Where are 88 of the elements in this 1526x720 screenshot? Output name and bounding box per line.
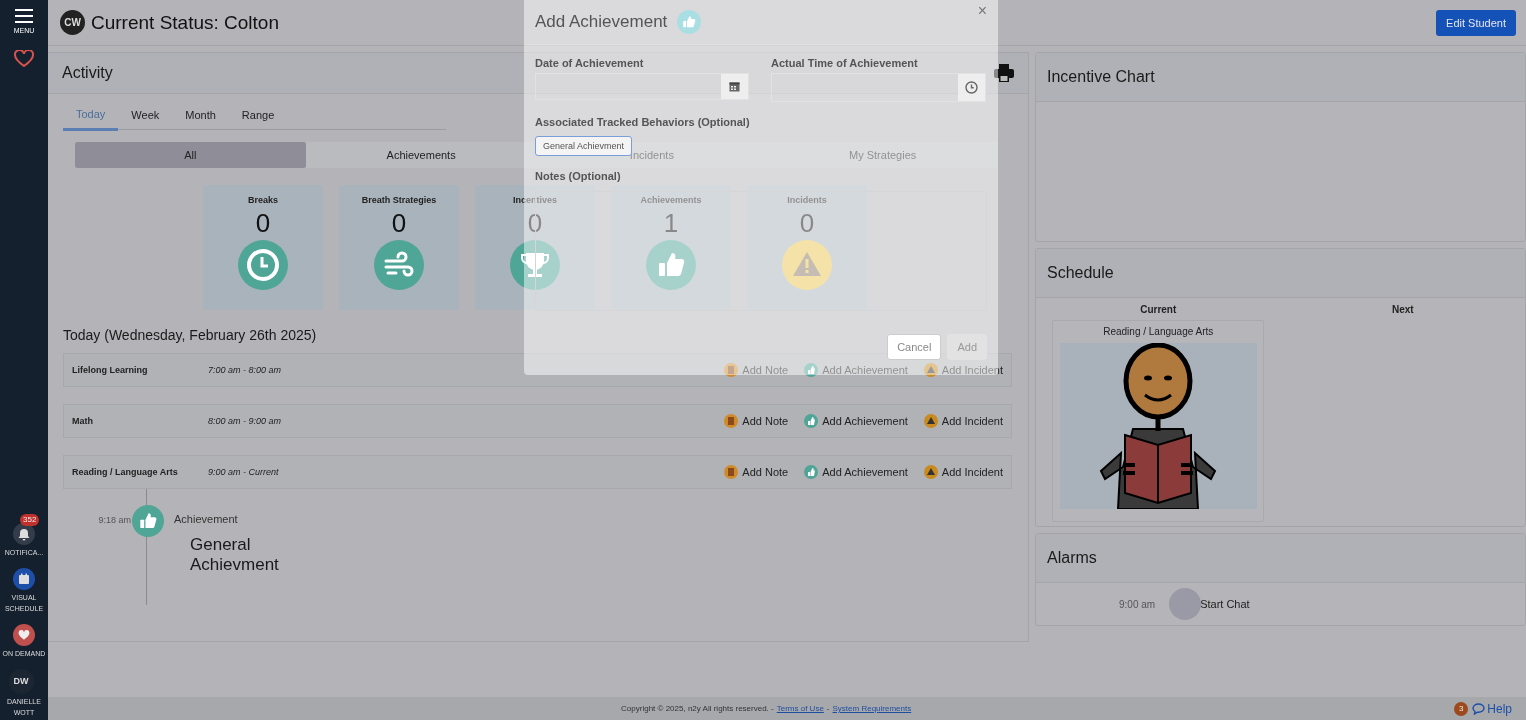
stat-count: 0 bbox=[255, 208, 271, 238]
class-time: 9:00 am - Current bbox=[208, 467, 280, 477]
date-field[interactable] bbox=[535, 73, 749, 100]
entry-time: 9:18 am bbox=[97, 515, 131, 525]
help-count-badge: 3 bbox=[1454, 701, 1469, 716]
student-avatar: CW bbox=[60, 10, 85, 35]
field-label: Associated Tracked Behaviors (Optional) bbox=[535, 116, 751, 128]
clock-icon bbox=[238, 240, 288, 290]
achievement-action-link[interactable]: Add Achievement bbox=[804, 414, 908, 428]
notification-count-badge: 352 bbox=[20, 514, 40, 526]
stat-label: Incidents bbox=[787, 195, 827, 205]
heart-icon bbox=[18, 629, 30, 641]
date-heading: Today (Wednesday, February 26th 2025) bbox=[63, 327, 318, 343]
chat-bubble-icon bbox=[1472, 702, 1486, 715]
alarm-avatar bbox=[1169, 588, 1202, 620]
time-field[interactable] bbox=[771, 73, 986, 102]
note-action-link[interactable]: Add Note bbox=[724, 465, 789, 479]
bell-icon bbox=[18, 527, 30, 541]
class-name: Reading / Language Arts bbox=[72, 467, 179, 477]
incident-icon bbox=[923, 363, 938, 377]
stat-label: Incentives bbox=[513, 195, 557, 205]
achievement-action-link[interactable]: Add Achievement bbox=[804, 465, 908, 479]
stat-card[interactable]: Breath Strategies 0 bbox=[339, 185, 459, 310]
stat-count: 0 bbox=[799, 208, 815, 238]
class-time: 7:00 am - 8:00 am bbox=[208, 365, 283, 375]
thumbs-up-icon bbox=[132, 505, 164, 537]
panel-title: Activity bbox=[62, 64, 114, 82]
period-tab[interactable]: Week bbox=[118, 102, 173, 129]
wind-icon bbox=[374, 240, 424, 290]
incident-icon bbox=[923, 414, 938, 428]
alarm-time: 9:00 am bbox=[1119, 598, 1156, 610]
period-tab[interactable]: Month bbox=[172, 102, 229, 129]
class-time: 8:00 am - 9:00 am bbox=[208, 416, 283, 426]
clock-icon bbox=[965, 81, 978, 94]
achievement-icon bbox=[804, 465, 819, 479]
calendar-icon bbox=[18, 573, 30, 585]
column-label: Next bbox=[1391, 304, 1414, 315]
entry-type: Achievement bbox=[174, 513, 239, 525]
field-label: Actual Time of Achievement bbox=[771, 57, 919, 69]
stat-count: 0 bbox=[391, 208, 407, 238]
dialog-button[interactable]: Cancel bbox=[887, 334, 942, 360]
menu-icon bbox=[15, 9, 33, 23]
column-label: Current bbox=[1140, 304, 1177, 315]
footer-text: Copyright © 2025, n2y All rights reserved. - bbox=[621, 704, 774, 713]
edit-student-button[interactable]: Edit Student bbox=[1436, 9, 1516, 36]
period-tab[interactable]: Range bbox=[228, 102, 288, 129]
footer-link[interactable]: Terms of Use bbox=[776, 704, 824, 713]
stat-label: Achievements bbox=[640, 195, 702, 205]
filter-tab[interactable]: Achievements bbox=[305, 142, 537, 168]
note-icon bbox=[724, 465, 739, 479]
behavior-chip[interactable]: General Achievment bbox=[535, 136, 633, 156]
note-action-link[interactable]: Add Note bbox=[724, 414, 789, 428]
thumbs-up-icon bbox=[677, 10, 702, 34]
field-label: Notes (Optional) bbox=[535, 170, 622, 182]
printer-icon[interactable] bbox=[994, 64, 1014, 82]
stat-count: 0 bbox=[527, 208, 543, 238]
calendar-icon bbox=[729, 81, 740, 92]
thumb-icon bbox=[646, 240, 696, 290]
alarm-label: Start Chat bbox=[1200, 598, 1250, 610]
field-label: Date of Achievement bbox=[535, 57, 645, 69]
panel-title: Incentive Chart bbox=[1047, 68, 1156, 86]
footer-text: - bbox=[826, 704, 830, 713]
stat-label: Breath Strategies bbox=[361, 195, 437, 205]
heart-icon[interactable] bbox=[14, 50, 34, 68]
note-icon bbox=[724, 363, 739, 377]
filter-tab[interactable]: All bbox=[75, 142, 306, 168]
trophy-icon bbox=[510, 240, 560, 290]
class-name: Math bbox=[72, 416, 94, 426]
incident-icon bbox=[923, 465, 938, 479]
stat-label: Breaks bbox=[248, 195, 278, 205]
footer-link[interactable]: System Requirements bbox=[832, 704, 912, 713]
panel-title: Schedule bbox=[1047, 264, 1115, 282]
incident-action-link[interactable]: Add Incident bbox=[923, 414, 1003, 428]
stat-count: 1 bbox=[663, 208, 679, 238]
panel-title: Alarms bbox=[1047, 549, 1098, 567]
warning-icon bbox=[782, 240, 832, 290]
achievement-icon bbox=[804, 414, 819, 428]
schedule-item-label: Reading / Language Arts bbox=[1103, 326, 1214, 337]
schedule-card[interactable]: Reading / Language Arts bbox=[1052, 320, 1265, 522]
page-title: Current Status: Colton bbox=[91, 11, 279, 34]
dialog-title: Add Achievement bbox=[535, 12, 668, 32]
class-name: Lifelong Learning bbox=[72, 365, 149, 375]
incident-action-link[interactable]: Add Incident bbox=[923, 465, 1003, 479]
stat-card[interactable]: Breaks 0 bbox=[203, 185, 323, 310]
entry-text: General Achievment bbox=[190, 535, 280, 575]
note-icon bbox=[724, 414, 739, 428]
user-initials: DW bbox=[13, 676, 29, 687]
achievement-icon bbox=[804, 363, 819, 377]
